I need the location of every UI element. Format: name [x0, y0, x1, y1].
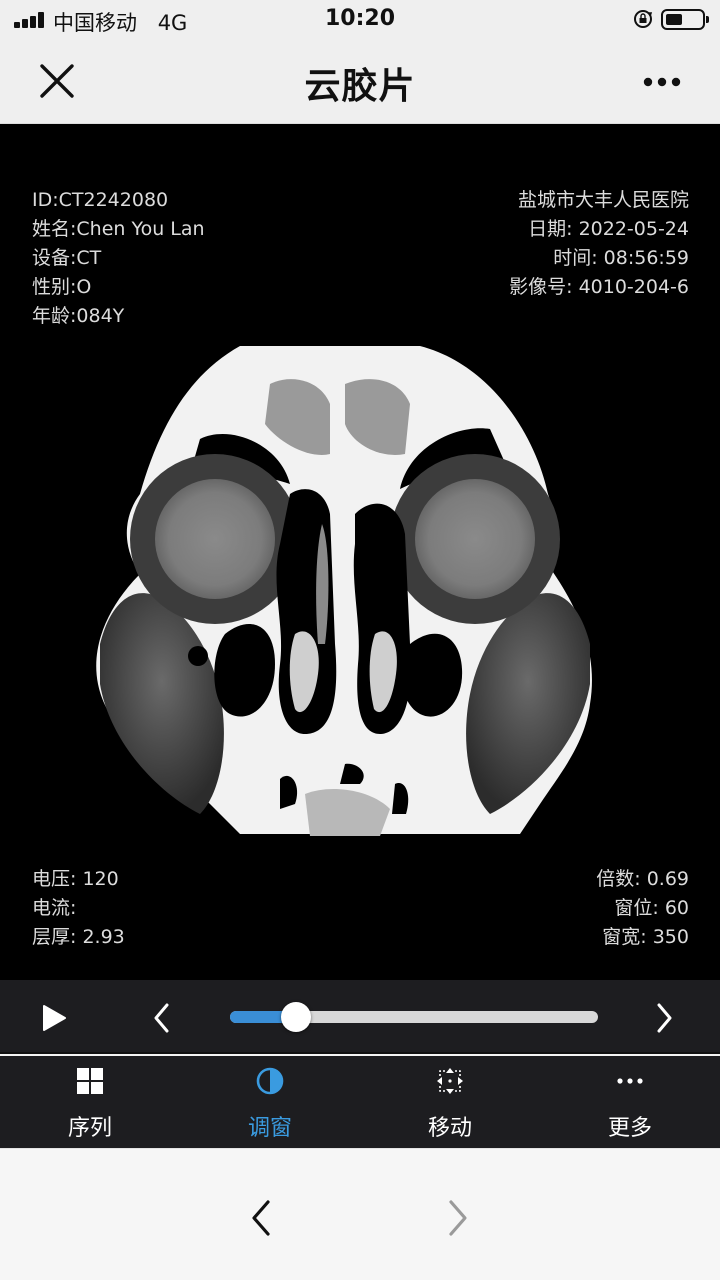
- image-number: 影像号: 4010-204-6: [509, 276, 689, 298]
- acquisition-info: 电压: 120 电流: 层厚: 2.93: [32, 865, 125, 952]
- close-icon: [40, 64, 74, 98]
- more-horizontal-icon: [643, 77, 681, 87]
- tool-tab-bar: 序列 调窗 移动 更多: [0, 1056, 720, 1148]
- tab-move[interactable]: 移动: [360, 1056, 540, 1148]
- slider-thumb[interactable]: [281, 1002, 312, 1032]
- chevron-right-icon: [657, 1003, 672, 1033]
- more-icon: [617, 1078, 643, 1084]
- study-info: 盐城市大丰人民医院 日期: 2022-05-24 时间: 08:56:59 影像…: [509, 186, 689, 302]
- window-level: 窗位: 60: [614, 897, 689, 919]
- battery-level: [666, 14, 682, 25]
- nav-bar: 云胶片: [0, 40, 720, 124]
- hospital-name: 盐城市大丰人民医院: [517, 189, 689, 211]
- patient-sex: 性别:O: [32, 276, 92, 298]
- status-bar: 中国移动 4G 10:20: [0, 0, 720, 40]
- grid-icon: [77, 1068, 103, 1094]
- current: 电流:: [32, 897, 77, 919]
- slice-thickness: 层厚: 2.93: [32, 926, 125, 948]
- patient-info: ID:CT2242080 姓名:Chen You Lan 设备:CT 性别:O …: [32, 186, 205, 331]
- browser-forward-button[interactable]: [434, 1193, 480, 1243]
- contrast-icon: [256, 1067, 284, 1095]
- tab-series[interactable]: 序列: [0, 1056, 180, 1148]
- tab-label-more: 更多: [607, 1116, 652, 1141]
- browser-back-button[interactable]: [240, 1193, 286, 1243]
- more-menu-button[interactable]: [628, 60, 694, 104]
- move-icon: [437, 1068, 463, 1094]
- chevron-left-icon: [252, 1200, 270, 1236]
- tab-more[interactable]: 更多: [540, 1056, 720, 1148]
- chevron-left-icon: [154, 1003, 169, 1033]
- battery-icon: [661, 9, 709, 30]
- playback-bar: [0, 980, 720, 1054]
- tab-window-adjust[interactable]: 调窗: [180, 1056, 360, 1148]
- close-button[interactable]: [30, 56, 84, 106]
- tab-label-series: 序列: [67, 1116, 112, 1141]
- play-button[interactable]: [30, 992, 80, 1042]
- window-width: 窗宽: 350: [602, 926, 689, 948]
- image-viewer[interactable]: ID:CT2242080 姓名:Chen You Lan 设备:CT 性别:O …: [0, 124, 720, 980]
- orientation-lock-icon: [634, 10, 653, 28]
- device-type: 设备:CT: [32, 247, 102, 269]
- display-info: 倍数: 0.69 窗位: 60 窗宽: 350: [596, 865, 689, 952]
- slice-slider[interactable]: [230, 1002, 598, 1032]
- patient-name: 姓名:Chen You Lan: [32, 218, 205, 240]
- page-title: 云胶片: [304, 66, 416, 107]
- study-date: 日期: 2022-05-24: [528, 218, 689, 240]
- tab-label-move: 移动: [427, 1116, 472, 1141]
- next-image-button[interactable]: [642, 992, 686, 1042]
- tab-label-window-adjust: 调窗: [247, 1116, 292, 1141]
- study-time: 时间: 08:56:59: [553, 247, 689, 269]
- status-time: 10:20: [324, 6, 396, 31]
- browser-toolbar: [0, 1148, 720, 1280]
- patient-id: ID:CT2242080: [32, 189, 169, 211]
- zoom-factor: 倍数: 0.69: [596, 868, 689, 890]
- patient-age: 年龄:084Y: [32, 305, 125, 327]
- voltage: 电压: 120: [32, 868, 119, 890]
- ct-scan-image: [96, 346, 592, 836]
- play-icon: [43, 1005, 66, 1031]
- chevron-right-icon: [449, 1200, 467, 1236]
- previous-image-button[interactable]: [140, 992, 184, 1042]
